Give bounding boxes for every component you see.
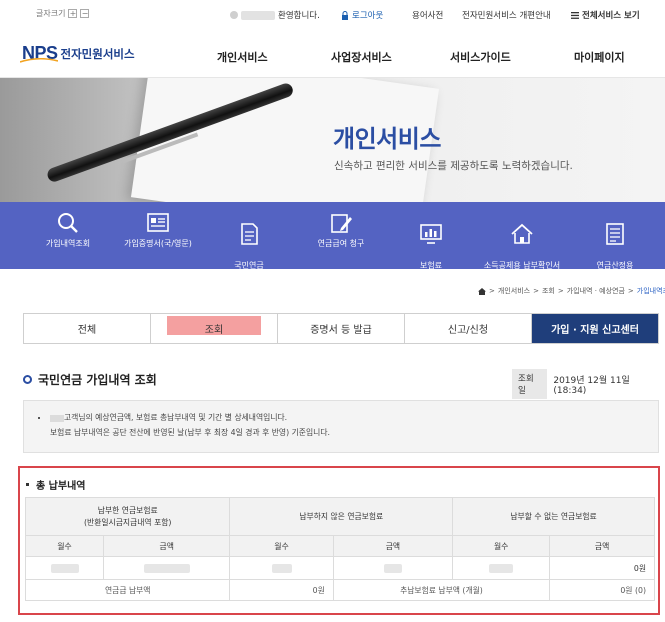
breadcrumb-current: 가입내역조회 <box>636 287 665 295</box>
pencil-form-icon <box>328 211 354 235</box>
value-redacted <box>452 556 551 580</box>
lock-icon <box>342 10 348 20</box>
inquiry-date: 조회일 2019년 12월 11일 (18:34) <box>512 369 665 399</box>
breadcrumb-item[interactable]: 가입내역 · 예상연금 <box>567 286 625 296</box>
quick-item-label: 국민연금 찾아가세요 <box>230 261 268 281</box>
renewal-guide-link[interactable]: 전자민원서비스 개편안내 <box>462 9 551 21</box>
value-redacted <box>332 556 454 580</box>
breadcrumb-item[interactable]: 조회 <box>542 286 555 296</box>
welcome-text: 환영합니다. <box>278 11 320 21</box>
col-months: 월수 <box>25 535 104 557</box>
list-document-icon <box>602 222 628 246</box>
hero-subtitle: 신속하고 편리한 서비스를 제공하도록 노력하겠습니다. <box>334 160 573 172</box>
notice-line-1: 고객님의 예상연금액, 보험료 총납부내역 및 기간 별 상세내역입니다. <box>64 413 288 422</box>
glossary-link[interactable]: 용어사전 <box>412 9 443 21</box>
unpayable-amount: 0원 <box>549 556 655 580</box>
notice-box: 고객님의 예상연금액, 보험료 총납부내역 및 기간 별 상세내역입니다. 보험… <box>23 400 659 453</box>
site-name: 전자민원서비스 <box>60 46 135 61</box>
logout-link[interactable]: 로그아웃 <box>341 9 383 21</box>
nav-business-services[interactable]: 사업장서비스 <box>331 49 392 65</box>
quick-item-label: 연금급여 청구 <box>317 239 365 248</box>
quick-item-label: 가입내역조회 <box>45 239 91 248</box>
section-title: 총 납부내역 <box>26 477 85 492</box>
font-size-control: 글자크기 + − <box>36 8 90 19</box>
tab-inquiry[interactable]: 조회 <box>151 314 278 343</box>
tab-certificate-issue[interactable]: 증명서 등 발급 <box>278 314 405 343</box>
site-logo[interactable]: NPS 전자민원서비스 <box>20 43 135 64</box>
user-greeting: 환영합니다. <box>230 9 320 21</box>
title-bullet-icon <box>23 375 32 384</box>
page-title: 국민연금 가입내역 조회 <box>23 371 157 388</box>
value-redacted <box>25 556 104 580</box>
quick-item-pension-claim[interactable]: 연금급여 청구 <box>296 211 386 249</box>
inquiry-date-value: 2019년 12월 11일 (18:34) <box>553 375 630 396</box>
payment-table: 납부한 연금보험료 (반환일시금지급내역 포함) 납부하지 않은 연금보험료 납… <box>24 497 655 601</box>
quick-item-label: 연금산정용 가입내역확인서(국/영문) <box>573 261 657 281</box>
inquiry-date-label: 조회일 <box>512 369 548 399</box>
hamburger-icon <box>571 11 579 19</box>
tab-support-center[interactable]: 가입 · 지원 신고센터 <box>532 314 658 343</box>
tab-report-application[interactable]: 신고/신청 <box>405 314 532 343</box>
user-name-redacted <box>241 10 275 20</box>
col-amount: 금액 <box>102 535 231 557</box>
col-amount: 금액 <box>332 535 454 557</box>
user-icon <box>230 11 238 19</box>
total-payment-section: 총 납부내역 납부한 연금보험료 (반환일시금지급내역 포함) 납부하지 않은 … <box>18 466 660 615</box>
magnifier-icon <box>55 211 81 235</box>
quick-item-find-pension[interactable]: 국민연금 찾아가세요 <box>204 211 294 282</box>
font-size-label: 글자크기 <box>36 9 66 18</box>
quick-item-label: 가입증명서(국/영문) <box>124 239 192 248</box>
value-redacted <box>229 556 334 580</box>
quick-item-label: 보험료 결정내역(개인) <box>405 261 457 281</box>
summary-right-value: 0원 (0) <box>549 579 655 601</box>
monitor-chart-icon <box>418 222 444 246</box>
hero-title: 개인서비스 <box>333 125 441 153</box>
font-minus-button[interactable]: − <box>80 9 90 18</box>
all-services-label: 전체서비스 보기 <box>582 11 640 21</box>
value-redacted <box>102 556 231 580</box>
table-row: 0원 <box>25 556 655 580</box>
quick-menu-bar: 가입내역조회 가입증명서(국/영문) 국민연금 찾아가세요 연금급여 청구 보험… <box>0 202 665 281</box>
notice-line-2: 보험료 납부내역은 공단 전산에 반영된 날(납부 후 최장 4일 경과 후 반… <box>50 428 330 437</box>
house-icon <box>509 222 535 246</box>
nav-service-guide[interactable]: 서비스가이드 <box>450 49 511 65</box>
name-redacted <box>50 414 64 422</box>
quick-item-premium-decision[interactable]: 보험료 결정내역(개인) <box>386 211 476 282</box>
quick-item-subscription-confirmation[interactable]: 연금산정용 가입내역확인서(국/영문) <box>565 211 665 282</box>
breadcrumb: > 개인서비스 > 조회 > 가입내역 · 예상연금 > 가입내역조회 <box>478 286 665 296</box>
col-months: 월수 <box>452 535 551 557</box>
col-amount: 금액 <box>549 535 655 557</box>
nav-personal-services[interactable]: 개인서비스 <box>217 49 268 65</box>
logout-label: 로그아웃 <box>352 11 384 21</box>
category-tabs: 전체 조회 증명서 등 발급 신고/신청 가입 · 지원 신고센터 <box>23 313 659 344</box>
quick-item-subscription-inquiry[interactable]: 가입내역조회 <box>23 211 113 249</box>
nav-my-page[interactable]: 마이페이지 <box>574 49 625 65</box>
header-unpaid: 납부하지 않은 연금보험료 <box>229 497 454 536</box>
font-plus-button[interactable]: + <box>68 9 78 18</box>
document-icon <box>236 222 262 246</box>
quick-item-subscription-certificate[interactable]: 가입증명서(국/영문) <box>113 211 203 249</box>
logo-swoosh-icon <box>20 58 58 63</box>
col-months: 월수 <box>229 535 334 557</box>
summary-left-label: 연금급 납부액 <box>24 579 231 601</box>
quick-item-payment-confirmation[interactable]: 소득공제용 납부확인서 (개인)조회/증명 <box>474 211 570 282</box>
certificate-icon <box>145 211 171 235</box>
site-header: NPS 전자민원서비스 개인서비스 사업장서비스 서비스가이드 마이페이지 <box>0 30 665 78</box>
tab-all[interactable]: 전체 <box>24 314 151 343</box>
header-paid: 납부한 연금보험료 (반환일시금지급내역 포함) <box>24 497 231 536</box>
utility-bar: 글자크기 + − 환영합니다. 로그아웃 용어사전 전자민원서비스 개편안내 전… <box>0 0 665 30</box>
summary-left-value: 0원 <box>229 579 334 601</box>
header-unpayable: 납부할 수 없는 연금보험료 <box>452 497 655 536</box>
all-services-button[interactable]: 전체서비스 보기 <box>571 9 640 21</box>
table-row: 연금급 납부액 0원 추납보험료 납부액 (개월) 0원 (0) <box>24 579 655 601</box>
home-icon[interactable] <box>478 287 486 295</box>
summary-right-label: 추납보험료 납부액 (개월) <box>332 579 551 601</box>
hero-banner: 개인서비스 신속하고 편리한 서비스를 제공하도록 노력하겠습니다. <box>0 78 665 202</box>
quick-item-label: 소득공제용 납부확인서 (개인)조회/증명 <box>483 261 561 281</box>
breadcrumb-item[interactable]: 개인서비스 <box>498 286 530 296</box>
logo-mark: NPS <box>20 43 58 63</box>
